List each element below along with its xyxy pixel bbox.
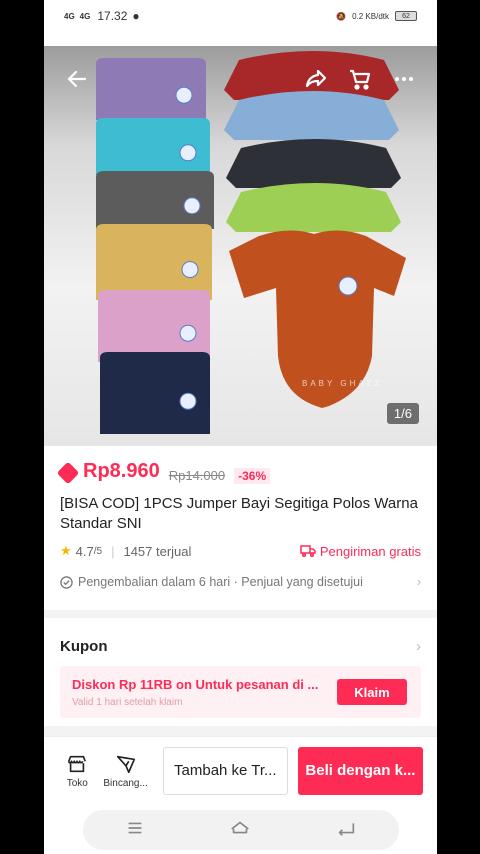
- status-bar: 4G 4G 17.32 ● 🔕 0.2 KB/dtk 62: [44, 0, 437, 32]
- onesie-folded: [226, 139, 401, 188]
- product-photo: BABY GHAZZ: [96, 51, 406, 434]
- star-icon: ★: [60, 543, 72, 558]
- onesie-folded: [98, 290, 210, 362]
- bottom-action-bar: Toko Bincang... Tambah ke Tr... Beli den…: [44, 736, 437, 804]
- original-price: Rp14.000: [168, 467, 226, 483]
- menu-icon[interactable]: [124, 817, 146, 844]
- price-row: Rp8.960 Rp14.000 -36%: [56, 460, 271, 484]
- discount-badge: -36%: [234, 467, 271, 484]
- phone-screen: 4G 4G 17.32 ● 🔕 0.2 KB/dtk 62 BABY GHAZZ: [44, 0, 437, 854]
- buy-now-button[interactable]: Beli dengan k...: [297, 746, 423, 795]
- store-icon: [68, 755, 87, 772]
- product-title: [BISA COD] 1PCS Jumper Bayi Segitiga Pol…: [60, 495, 418, 532]
- back-arrow-icon[interactable]: [62, 64, 92, 94]
- brand-tag: [338, 276, 358, 296]
- more-icon[interactable]: [389, 64, 419, 94]
- onesie-folded: [100, 352, 210, 434]
- current-price: Rp8.960: [56, 460, 160, 484]
- coupon-card: Diskon Rp 11RB on Untuk pesanan di ... V…: [60, 666, 421, 718]
- kupon-title: Kupon: [60, 638, 108, 655]
- mute-icon: 🔕: [336, 11, 347, 21]
- free-shipping-link[interactable]: Pengiriman gratis: [300, 544, 421, 559]
- divider: |: [111, 543, 115, 559]
- onesie-folded: [226, 183, 401, 232]
- clock: 17.32: [97, 9, 128, 23]
- truck-icon: [300, 545, 316, 557]
- shop-button[interactable]: Toko: [58, 753, 97, 789]
- onesie-folded: [96, 224, 212, 300]
- section-divider: [44, 726, 437, 736]
- rating-max: /5: [93, 545, 103, 557]
- rating-value: 4.7: [75, 543, 94, 559]
- claim-button[interactable]: Klaim: [337, 679, 407, 705]
- rating-row: ★ 4.7 /5 | 1457 terjual Pengiriman grati…: [60, 543, 421, 559]
- net-speed: 0.2 KB/dtk: [352, 11, 389, 21]
- watermark-text: BABY GHAZZ: [302, 379, 383, 388]
- signal-indicator: 4G: [79, 11, 91, 21]
- battery-icon: 62: [395, 11, 417, 21]
- chat-button[interactable]: Bincang...: [103, 753, 149, 789]
- share-icon[interactable]: [301, 64, 331, 94]
- sold-count: 1457 terjual: [123, 543, 192, 559]
- back-icon[interactable]: [335, 817, 357, 844]
- coupon-title: Diskon Rp 11RB on Untuk pesanan di ...: [72, 676, 319, 692]
- check-circle-icon: [60, 575, 73, 589]
- image-counter: 1/6: [386, 403, 419, 424]
- send-icon: [116, 755, 135, 773]
- policy-text: Pengembalian dalam 6 hari · Penjual yang…: [78, 575, 363, 589]
- onesie-folded: [96, 118, 210, 176]
- notification-icon: ●: [132, 9, 140, 23]
- product-image[interactable]: BABY GHAZZ 1/6: [44, 46, 437, 446]
- coupon-validity: Valid 1 hari setelah klaim: [72, 696, 183, 708]
- flash-sale-icon: [56, 461, 80, 484]
- home-icon[interactable]: [229, 817, 251, 844]
- chevron-right-icon: ›: [416, 638, 421, 655]
- cart-icon[interactable]: [345, 64, 375, 94]
- signal-indicator: 4G: [64, 11, 75, 21]
- return-policy-row[interactable]: Pengembalian dalam 6 hari · Penjual yang…: [60, 575, 421, 589]
- section-divider: [44, 610, 437, 618]
- add-to-cart-button[interactable]: Tambah ke Tr...: [162, 746, 288, 795]
- onesie-folded: [224, 91, 399, 140]
- system-nav-bar: [44, 806, 437, 854]
- chevron-right-icon: ›: [416, 575, 421, 589]
- onesie-folded: [96, 171, 214, 229]
- kupon-header[interactable]: Kupon ›: [60, 638, 421, 655]
